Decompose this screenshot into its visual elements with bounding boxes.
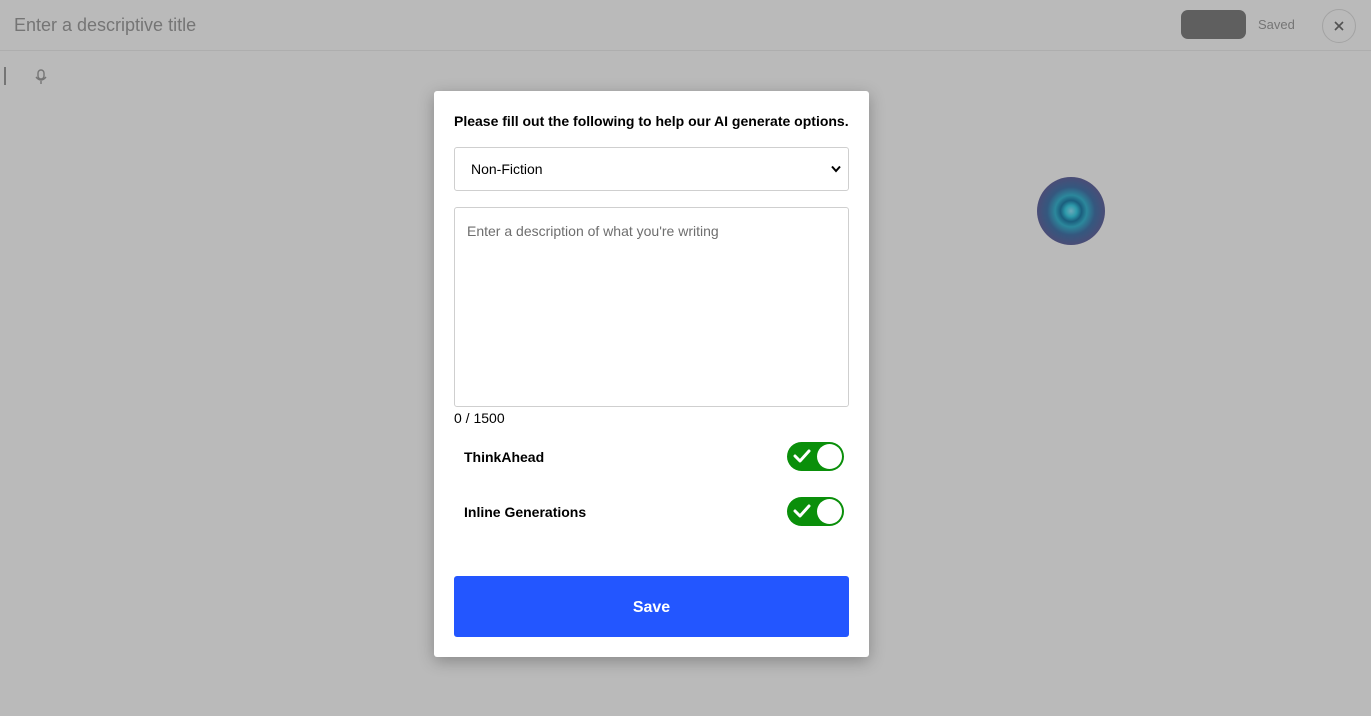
ai-options-dialog: Please fill out the following to help ou… <box>434 91 869 657</box>
character-count: 0 / 1500 <box>454 410 505 426</box>
genre-selected-value: Non-Fiction <box>471 161 543 177</box>
thinkahead-toggle[interactable] <box>787 442 844 471</box>
toggle-knob <box>817 444 842 469</box>
inline-generations-label: Inline Generations <box>464 504 587 520</box>
genre-select[interactable]: Non-Fiction <box>454 147 849 191</box>
inline-generations-toggle[interactable] <box>787 497 844 526</box>
save-button[interactable]: Save <box>454 576 849 637</box>
checkmark-icon <box>793 504 811 518</box>
checkmark-icon <box>793 449 811 463</box>
chevron-down-icon <box>831 165 841 173</box>
dialog-heading: Please fill out the following to help ou… <box>454 113 849 129</box>
toggle-knob <box>817 499 842 524</box>
thinkahead-label: ThinkAhead <box>464 449 545 465</box>
description-textarea[interactable] <box>454 207 849 407</box>
